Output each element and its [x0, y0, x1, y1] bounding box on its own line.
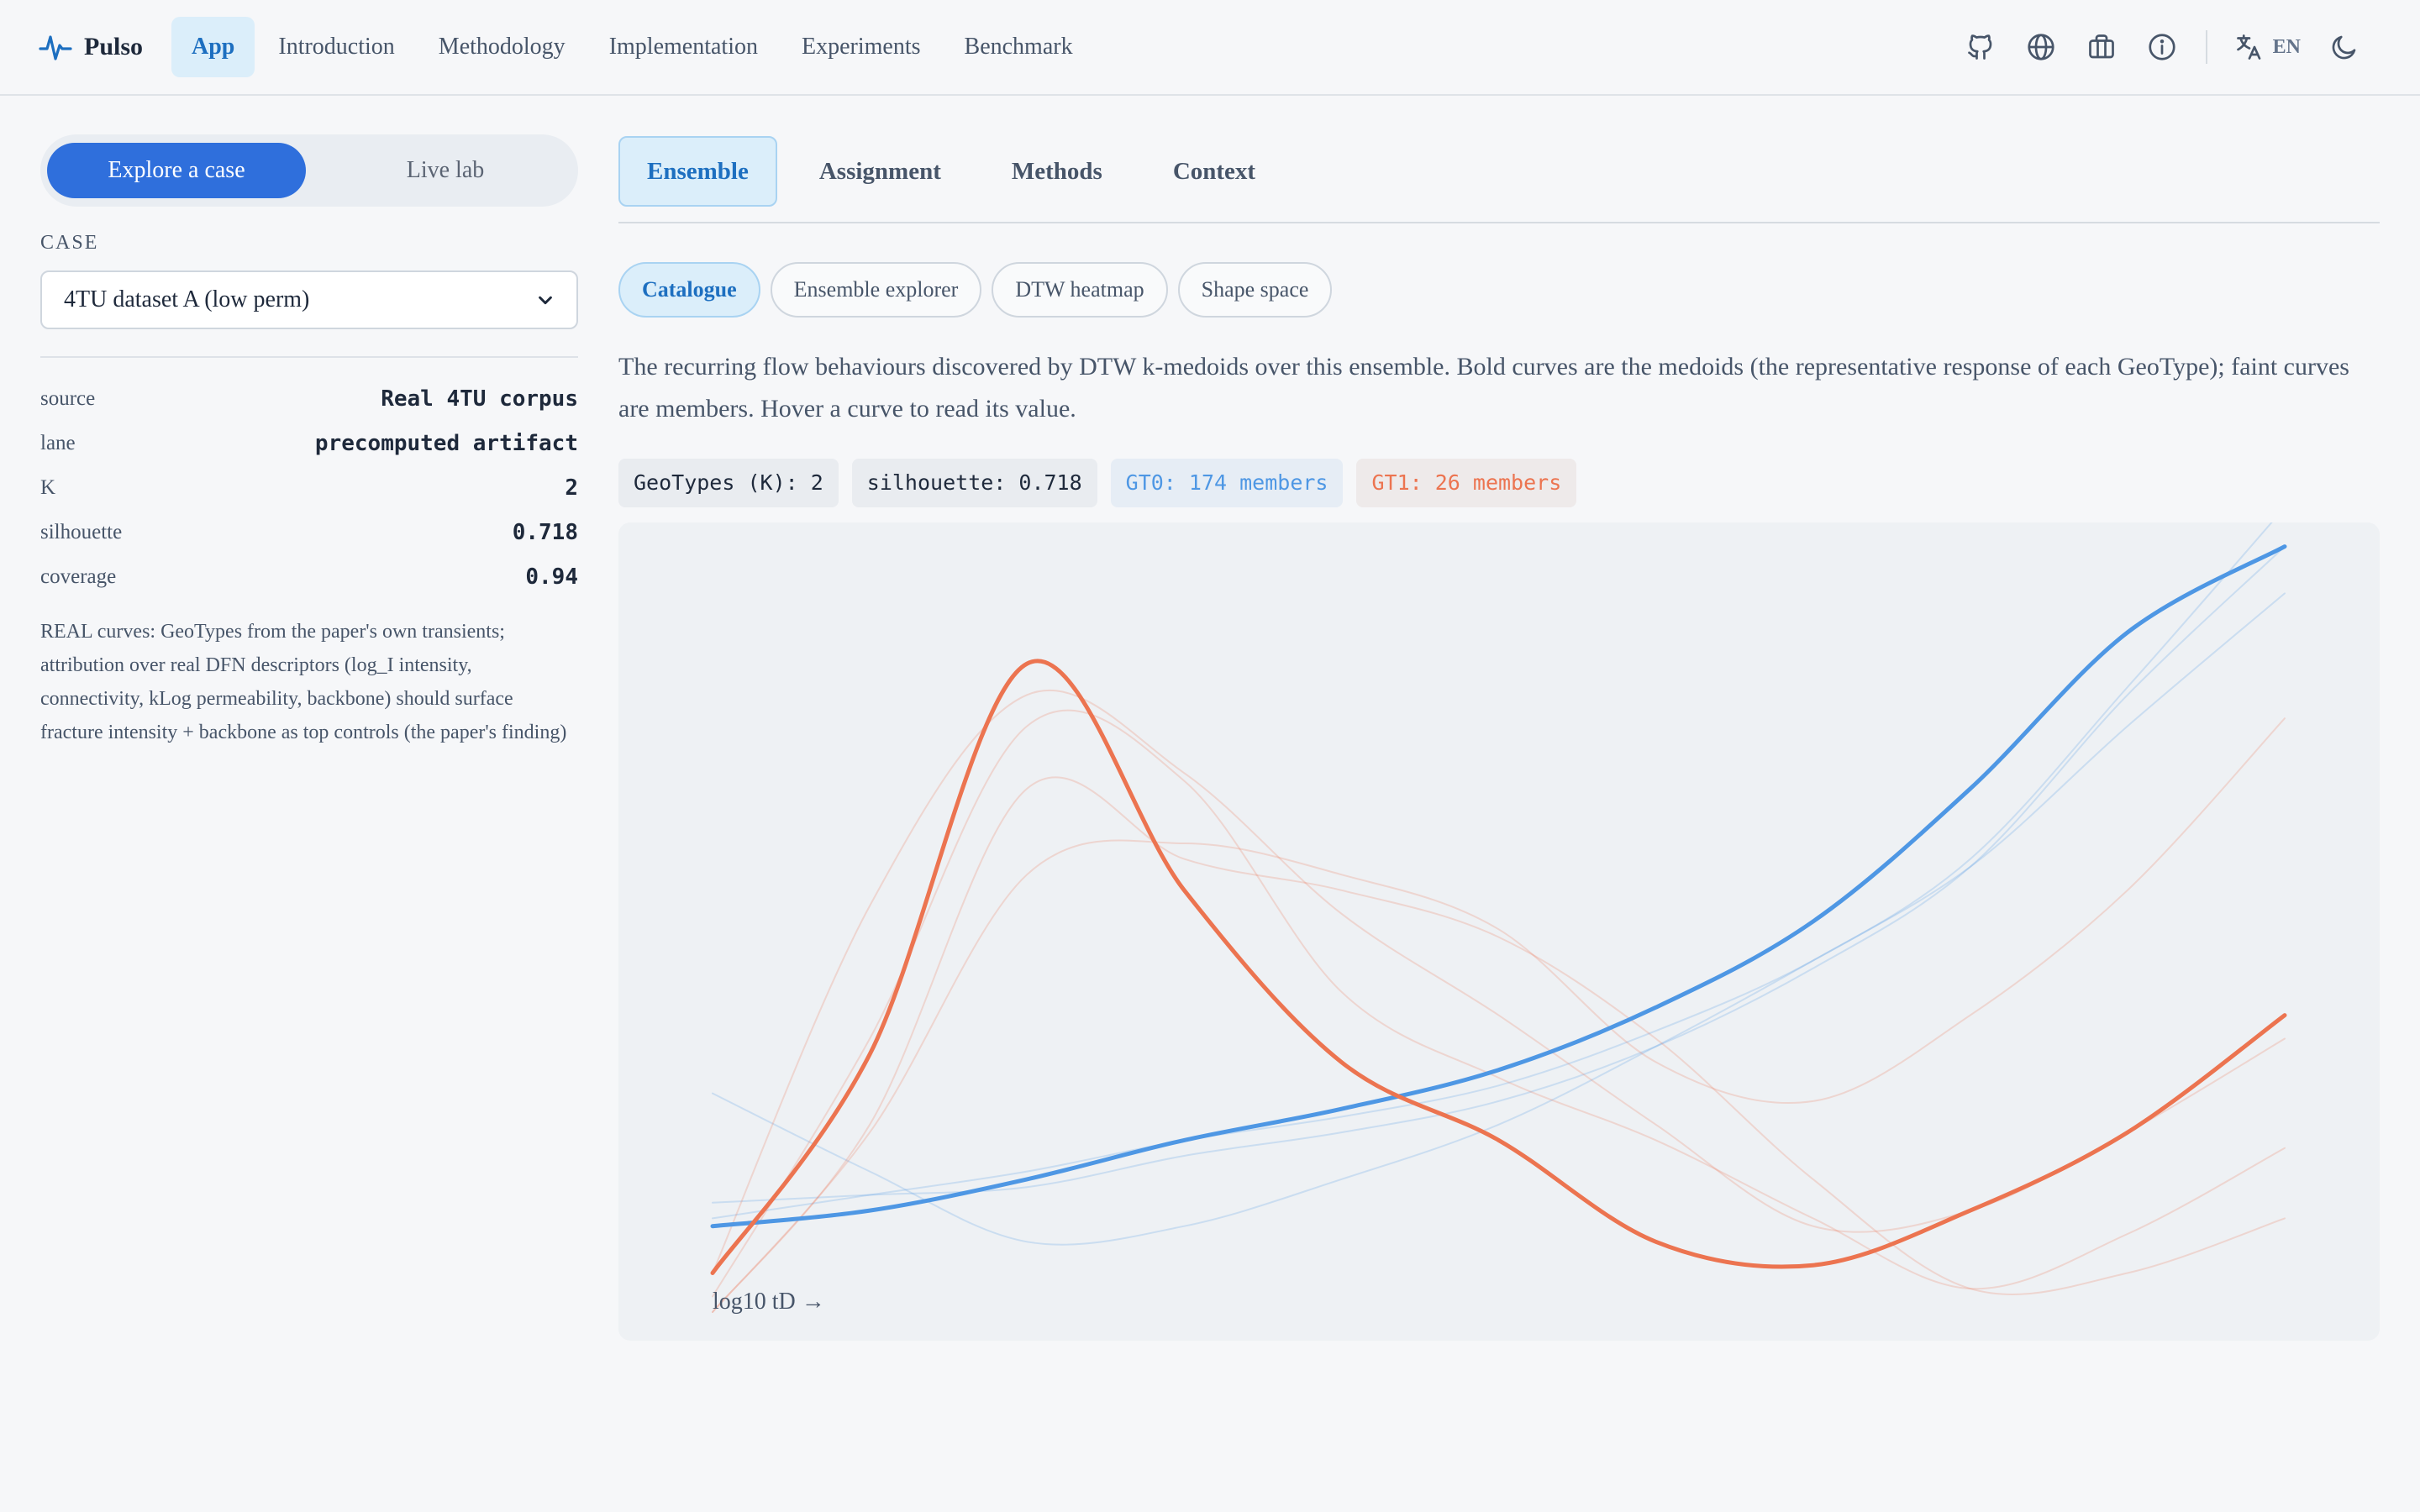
case-note: REAL curves: GeoTypes from the paper's o… [40, 621, 567, 743]
pulse-icon [39, 35, 72, 60]
tab-context[interactable]: Context [1144, 136, 1284, 207]
stat-key: K [40, 475, 56, 499]
subtabs: Catalogue Ensemble explorer DTW heatmap … [618, 262, 1333, 318]
subtab-shape-space[interactable]: Shape space [1177, 262, 1333, 318]
subtab-ensemble-explorer[interactable]: Ensemble explorer [770, 262, 982, 318]
chart-canvas[interactable] [618, 522, 2380, 1341]
explore-case-button[interactable]: Explore a case [47, 143, 306, 198]
stat-value: 0.718 [512, 519, 578, 545]
github-icon [1967, 34, 1992, 60]
stat-key: source [40, 386, 96, 410]
globe-icon [2028, 34, 2054, 60]
nav-link-benchmark[interactable]: Benchmark [944, 17, 1093, 77]
stat-value: Real 4TU corpus [381, 386, 578, 412]
brand[interactable]: Pulso [39, 29, 143, 66]
toolbar: EN [1964, 25, 2361, 69]
tab-assignment[interactable]: Assignment [791, 136, 970, 207]
gt1-medoid-curve[interactable] [710, 659, 2287, 1275]
portfolio-button[interactable] [2085, 30, 2118, 64]
stat-key: silhouette [40, 520, 123, 543]
toolbar-divider [2205, 30, 2207, 64]
x-axis-label: log10 tD → [713, 1289, 825, 1315]
gt0-member-curve-1[interactable] [712, 545, 2286, 1204]
language-code: EN [2272, 35, 2301, 58]
nav-link-experiments[interactable]: Experiments [781, 17, 941, 77]
case-stats: source Real 4TU corpus lane precomputed … [40, 376, 578, 599]
stat-row: coverage 0.94 [40, 554, 578, 599]
brand-name: Pulso [84, 33, 144, 60]
gt0-chip[interactable]: GT0: 174 members [1110, 459, 1344, 507]
github-button[interactable] [1964, 30, 1997, 64]
catalogue-description: The recurring flow behaviours discovered… [618, 353, 2349, 423]
info-icon [2149, 34, 2175, 60]
gt1-member-curve-2[interactable] [712, 776, 2286, 1313]
stat-row: source Real 4TU corpus [40, 376, 578, 421]
primary-nav: App Introduction Methodology Implementat… [171, 17, 1093, 77]
nav-link-methodology[interactable]: Methodology [418, 17, 586, 77]
stat-value: 0.94 [525, 564, 578, 590]
website-button[interactable] [2024, 30, 2058, 64]
subtab-dtw-heatmap[interactable]: DTW heatmap [992, 262, 1168, 318]
tab-methods[interactable]: Methods [983, 136, 1131, 207]
nav-link-implementation[interactable]: Implementation [589, 17, 778, 77]
k-chip: GeoTypes (K): 2 [618, 459, 839, 507]
top-navbar: Pulso App Introduction Methodology Imple… [0, 0, 2420, 96]
mode-toggle: Explore a case Live lab [40, 134, 578, 207]
theme-toggle[interactable] [2328, 30, 2361, 64]
sidebar-divider [40, 356, 578, 358]
gt0-member-curve-0[interactable] [712, 522, 2285, 1220]
stat-row: lane precomputed artifact [40, 421, 578, 465]
tab-ensemble[interactable]: Ensemble [618, 136, 777, 207]
stat-key: lane [40, 431, 76, 454]
live-lab-button[interactable]: Live lab [319, 143, 571, 198]
translate-icon [2236, 34, 2261, 60]
summary-chips: GeoTypes (K): 2 silhouette: 0.718 GT0: 1… [618, 459, 1577, 507]
language-button[interactable]: EN [2234, 32, 2301, 62]
stat-key: coverage [40, 564, 117, 588]
stat-row: silhouette 0.718 [40, 510, 578, 554]
subtab-catalogue[interactable]: Catalogue [618, 262, 760, 318]
gt1-chip[interactable]: GT1: 26 members [1356, 459, 1577, 507]
geotype-curves-chart[interactable]: log10 tD → [618, 522, 2380, 1341]
case-select-value: 4TU dataset A (low perm) [64, 286, 310, 312]
case-select[interactable]: 4TU dataset A (low perm) [40, 270, 578, 329]
stat-value: 2 [565, 475, 578, 501]
stat-value: precomputed artifact [314, 430, 578, 456]
about-button[interactable] [2145, 30, 2179, 64]
case-label: CASE [40, 232, 99, 254]
main-tabs: Ensemble Assignment Methods Context [618, 136, 2380, 223]
nav-link-app[interactable]: App [171, 17, 255, 77]
chevron-down-icon [539, 296, 552, 305]
nav-link-introduction[interactable]: Introduction [258, 17, 414, 77]
gt0-member-curve-2[interactable] [712, 592, 2286, 1246]
silhouette-chip: silhouette: 0.718 [851, 459, 1097, 507]
stat-row: K 2 [40, 465, 578, 510]
moon-icon [2332, 35, 2356, 60]
briefcase-icon [2088, 34, 2114, 59]
